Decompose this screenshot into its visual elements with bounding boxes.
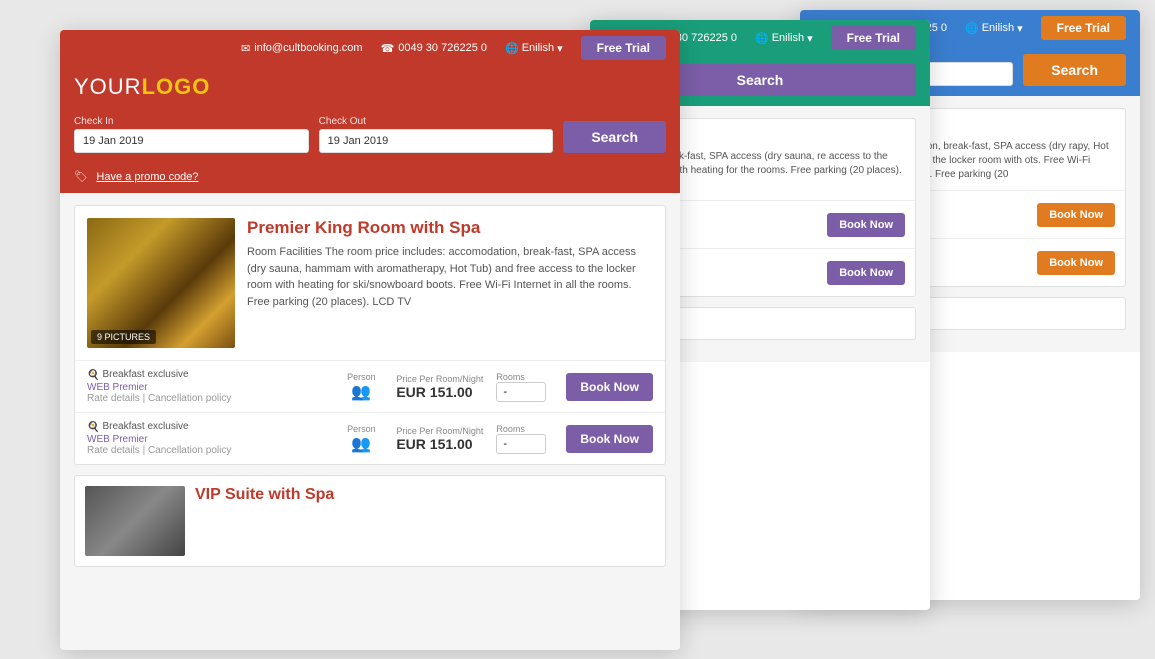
vip-info: VIP Suite with Spa	[195, 486, 655, 556]
pictures-badge: 9 PICTURES	[91, 330, 156, 344]
search-button-red[interactable]: Search	[563, 121, 666, 153]
email-item: ✉ info@cultbooking.com	[241, 42, 363, 55]
email-address: info@cultbooking.com	[254, 42, 362, 54]
globe-icon: 🌐	[965, 22, 979, 35]
person-col-1: Person	[336, 372, 386, 402]
price-label-2: Price Per Room/Night	[396, 426, 486, 436]
rooms-label-1: Rooms	[496, 372, 556, 382]
price-col-1: Price Per Room/Night EUR 151.00	[396, 374, 486, 400]
booking-row-2: 🍳 Breakfast exclusive WEB Premier Rate d…	[75, 412, 665, 464]
tag-icon: 🏷	[74, 171, 88, 183]
checkin-field-red: Check In	[74, 116, 309, 153]
rooms-label-2: Rooms	[496, 424, 556, 434]
logo: YOURLOGO	[74, 74, 666, 100]
checkin-label-red: Check In	[74, 116, 309, 127]
price-col-2: Price Per Room/Night EUR 151.00	[396, 426, 486, 452]
rooms-select-1[interactable]: -123	[496, 382, 546, 402]
rooms-col-2: Rooms -123	[496, 424, 556, 454]
rooms-col-1: Rooms -123	[496, 372, 556, 402]
room-main-1: 9 PICTURES Premier King Room with Spa Ro…	[75, 206, 665, 360]
person-col-2: Person	[336, 424, 386, 454]
book-button-blue-1[interactable]: Book Now	[1037, 203, 1115, 227]
person-label-1: Person	[336, 372, 386, 382]
chevron-icon: ▾	[1017, 22, 1023, 35]
vip-title-red: VIP Suite with Spa	[195, 486, 655, 504]
promo-link[interactable]: Have a promo code?	[96, 171, 198, 183]
book-button-green-1[interactable]: Book Now	[827, 213, 905, 237]
globe-icon-green: 🌐	[755, 32, 769, 45]
book-button-2[interactable]: Book Now	[566, 425, 653, 453]
free-trial-button-blue[interactable]: Free Trial	[1041, 16, 1126, 40]
checkout-input-red[interactable]	[319, 129, 554, 153]
price-val-2: EUR 151.00	[396, 436, 486, 452]
phone-item-red: ☎ 0049 30 726225 0	[381, 42, 487, 55]
people-icon-1	[351, 388, 371, 400]
policy-links-2: Rate details | Cancellation policy	[87, 445, 326, 456]
type-label-1: Breakfast exclusive	[102, 369, 188, 380]
room-image	[87, 218, 235, 348]
person-label-2: Person	[336, 424, 386, 434]
type-label-2: Breakfast exclusive	[102, 421, 188, 432]
free-trial-button-red[interactable]: Free Trial	[581, 36, 666, 60]
web-premier-link-2[interactable]: WEB Premier	[87, 434, 148, 445]
header-bar-red: YOURLOGO	[60, 66, 680, 108]
content-red: 9 PICTURES Premier King Room with Spa Ro…	[60, 193, 680, 650]
chevron-icon-red: ▾	[557, 42, 563, 55]
price-val-1: EUR 151.00	[396, 384, 486, 400]
logo-text: LOGO	[142, 74, 211, 99]
phone-icon-red: ☎	[381, 42, 395, 55]
web-premier-link-1[interactable]: WEB Premier	[87, 382, 148, 393]
room-card-2: VIP Suite with Spa	[74, 475, 666, 567]
booking-row-1: 🍳 Breakfast exclusive WEB Premier Rate d…	[75, 360, 665, 412]
room-title-1: Premier King Room with Spa	[247, 218, 653, 238]
envelope-icon: ✉	[241, 42, 250, 55]
language-select-red[interactable]: 🌐 Enilish ▾	[505, 42, 563, 55]
chevron-icon-green: ▾	[807, 32, 813, 45]
book-button-green-2[interactable]: Book Now	[827, 261, 905, 285]
book-button-blue-2[interactable]: Book Now	[1037, 251, 1115, 275]
policy-links-1: Rate details | Cancellation policy	[87, 393, 326, 404]
price-label-1: Price Per Room/Night	[396, 374, 486, 384]
checkout-label-red: Check Out	[319, 116, 554, 127]
language-select[interactable]: 🌐 Enilish ▾	[965, 22, 1023, 35]
free-trial-button-green[interactable]: Free Trial	[831, 26, 916, 50]
room-image-wrap: 9 PICTURES	[87, 218, 235, 348]
checkin-input-red[interactable]	[74, 129, 309, 153]
type-row-1: 🍳 Breakfast exclusive	[87, 369, 326, 381]
room-card-1: 9 PICTURES Premier King Room with Spa Ro…	[74, 205, 666, 465]
logo-your: YOUR	[74, 74, 142, 99]
breakfast-icon-1: 🍳	[87, 370, 99, 381]
rooms-select-2[interactable]: -123	[496, 434, 546, 454]
type-row-2: 🍳 Breakfast exclusive	[87, 421, 326, 433]
topbar-red: ✉ info@cultbooking.com ☎ 0049 30 726225 …	[60, 30, 680, 66]
book-button-1[interactable]: Book Now	[566, 373, 653, 401]
room-desc-1: Room Facilities The room price includes:…	[247, 244, 653, 310]
search-bar-red: Check In Check Out Search	[60, 108, 680, 163]
search-button-blue[interactable]: Search	[1023, 54, 1126, 86]
language-select-green[interactable]: 🌐 Enilish ▾	[755, 32, 813, 45]
phone-number-red: 0049 30 726225 0	[398, 42, 487, 54]
breakfast-icon-2: 🍳	[87, 422, 99, 433]
card-red: ✉ info@cultbooking.com ☎ 0049 30 726225 …	[60, 30, 680, 650]
checkout-field-red: Check Out	[319, 116, 554, 153]
room-info-1: Premier King Room with Spa Room Faciliti…	[247, 218, 653, 348]
globe-icon-red: 🌐	[505, 42, 519, 55]
people-icon-2	[351, 440, 371, 452]
promo-bar: 🏷 Have a promo code?	[60, 163, 680, 193]
vip-image	[85, 486, 185, 556]
